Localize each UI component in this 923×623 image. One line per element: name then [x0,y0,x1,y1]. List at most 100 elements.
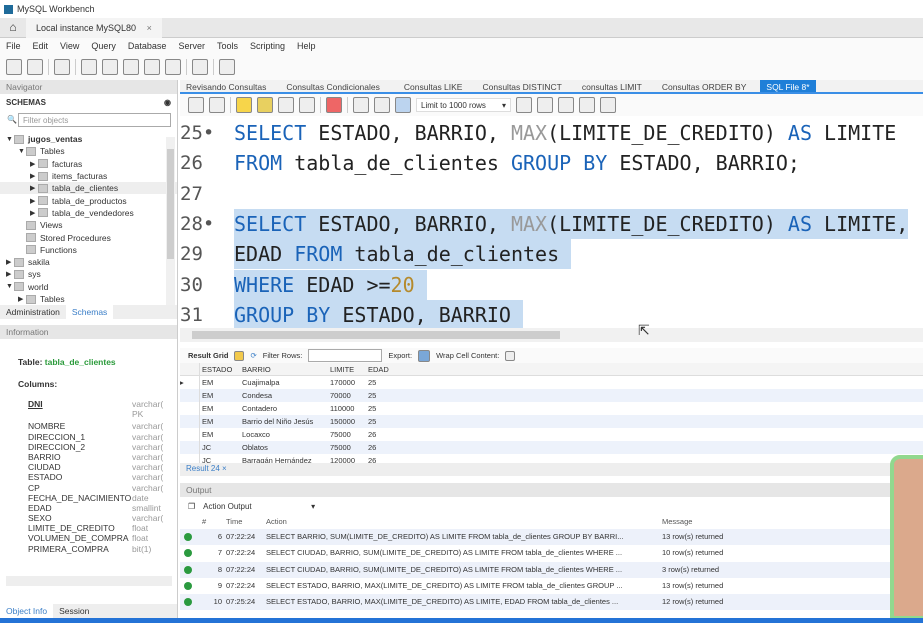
grid-icon[interactable] [234,350,245,361]
output-row[interactable]: 6 07:22:24 SELECT BARRIO, SUM(LIMITE_DE_CR… [180,529,923,546]
grid-cell[interactable]: 75000 [330,428,368,441]
open-sql-file-icon[interactable] [27,59,43,75]
inspector-icon[interactable] [54,59,70,75]
output-row[interactable]: 9 07:22:24 SELECT ESTADO, BARRIO, MAX(LIMI… [180,578,923,594]
new-sql-tab-icon[interactable] [6,59,22,75]
tree-item[interactable]: ▶ items_facturas [0,170,177,182]
output-row[interactable]: 10 07:25:24 SELECT ESTADO, BARRIO, MAX(LIM… [180,594,923,611]
sql-tab[interactable]: Revisando Consultas [186,80,266,92]
tab-administration[interactable]: Administration [0,305,66,319]
tree-item[interactable]: Stored Procedures [0,231,177,243]
sql-tab[interactable]: consultas LIMIT [582,80,642,92]
output-row[interactable]: 7 07:22:24 SELECT CIUDAD, BARRIO, SUM(LIMI… [180,545,923,561]
tab-object-info[interactable]: Object Info [0,604,54,618]
row-selector[interactable]: ▸ [180,376,200,389]
autocommit-icon[interactable] [395,97,411,113]
stop-icon[interactable] [299,97,315,113]
grid-row[interactable]: EM Contadero 110000 25 [180,402,923,415]
expand-arrow-icon[interactable]: ▶ [18,295,26,303]
export-icon[interactable] [418,349,431,362]
refresh-icon[interactable]: ◉ [164,98,171,107]
tree-item[interactable]: ▶ tabla_de_vendedores [0,207,177,219]
expand-arrow-icon[interactable]: ▼ [18,148,26,155]
code-text[interactable]: SELECT ESTADO, BARRIO, MAX(LIMITE_DE_CRE… [234,118,896,148]
filter-objects-input[interactable]: 🔍 Filter objects [7,113,171,127]
editor-scrollbar[interactable] [180,328,923,342]
result-tab[interactable]: Result 24 × [180,463,923,476]
column-header[interactable]: EDAD [368,363,403,375]
expand-arrow-icon[interactable]: ▼ [6,136,14,143]
sql-tab[interactable]: Consultas DISTINCT [482,80,561,92]
tree-item[interactable]: ▶ facturas [0,158,177,170]
grid-cell[interactable]: Barrio del Niño Jesús [242,415,330,428]
create-schema-icon[interactable] [81,59,97,75]
expand-arrow-icon[interactable]: ▶ [30,184,38,192]
menu-file[interactable]: File [0,41,27,51]
expand-arrow-icon[interactable]: ▶ [30,209,38,217]
grid-row[interactable]: EM Locaxco 75000 26 [180,428,923,441]
grid-cell[interactable]: 25 [368,402,403,415]
invisible-chars-icon[interactable] [579,97,595,113]
tree-scrollbar[interactable] [166,137,175,305]
code-text[interactable]: WHERE EDAD >=20 [234,269,427,300]
home-icon[interactable]: ⌂ [4,20,22,36]
grid-cell[interactable]: Oblatos [242,441,330,454]
column-header[interactable]: ESTADO [200,363,242,375]
commit-icon[interactable] [353,97,369,113]
row-selector[interactable] [180,402,200,415]
grid-cell[interactable]: 25 [368,415,403,428]
grid-cell[interactable]: EM [200,389,242,402]
sql-tab[interactable]: Consultas ORDER BY [662,80,747,92]
limit-rows-select[interactable]: Limit to 1000 rows ▾ [416,98,511,112]
row-selector[interactable] [180,441,200,454]
tree-item[interactable]: ▼ Tables [0,145,177,157]
grid-row[interactable]: EM Barrio del Niño Jesús 150000 25 [180,415,923,428]
tree-item[interactable]: ▼ world [0,281,177,293]
grid-cell[interactable]: 70000 [330,389,368,402]
grid-cell[interactable]: 120000 [330,454,368,463]
result-grid-label[interactable]: Result Grid [188,351,228,360]
menu-server[interactable]: Server [172,41,211,51]
grid-cell[interactable]: 110000 [330,402,368,415]
grid-cell[interactable]: 26 [368,454,403,463]
filter-rows-input[interactable] [308,349,383,362]
reconnect-icon[interactable] [219,59,235,75]
menu-query[interactable]: Query [85,41,122,51]
beautify-icon[interactable] [537,97,553,113]
column-header[interactable]: BARRIO [242,363,330,375]
refresh-icon[interactable]: ⟳ [250,351,256,360]
wrap-cell-icon[interactable] [505,350,516,361]
row-selector[interactable] [180,415,200,428]
menu-edit[interactable]: Edit [27,41,55,51]
row-selector[interactable] [180,389,200,402]
open-file-icon[interactable] [188,97,204,113]
grid-row[interactable]: JC Barragán Hernández 120000 26 [180,454,923,463]
menu-scripting[interactable]: Scripting [244,41,291,51]
tree-item[interactable]: ▼ jugos_ventas [0,133,177,145]
grid-cell[interactable]: 26 [368,428,403,441]
expand-arrow-icon[interactable]: ▶ [30,172,38,180]
grid-cell[interactable]: EM [200,428,242,441]
connection-tab[interactable]: Local instance MySQL80 × [26,18,162,38]
grid-cell[interactable]: JC [200,441,242,454]
sql-editor[interactable]: 25• SELECT ESTADO, BARRIO, MAX(LIMITE_DE_… [180,116,923,330]
info-scrollbar[interactable] [6,576,172,586]
grid-cell[interactable]: Barragán Hernández [242,454,330,463]
expand-arrow-icon[interactable]: ▶ [30,160,38,168]
sql-tab[interactable]: Consultas LIKE [404,80,463,92]
create-view-icon[interactable] [123,59,139,75]
create-table-icon[interactable] [102,59,118,75]
tree-item[interactable]: Functions [0,244,177,256]
grid-row[interactable]: ▸ EM Cuajimalpa 170000 25 [180,376,923,389]
grid-cell[interactable]: EM [200,376,242,389]
explain-icon[interactable] [278,97,294,113]
rollback-icon[interactable] [374,97,390,113]
add-snippet-icon[interactable] [516,97,532,113]
tree-item[interactable]: ▶ tabla_de_productos [0,194,177,206]
save-icon[interactable] [209,97,225,113]
expand-arrow-icon[interactable]: ▶ [6,270,14,278]
grid-cell[interactable]: EM [200,415,242,428]
toggle-error-icon[interactable] [326,97,342,113]
code-text[interactable]: EDAD FROM tabla_de_clientes [234,239,572,270]
code-text[interactable]: GROUP BY ESTADO, BARRIO [234,299,523,330]
